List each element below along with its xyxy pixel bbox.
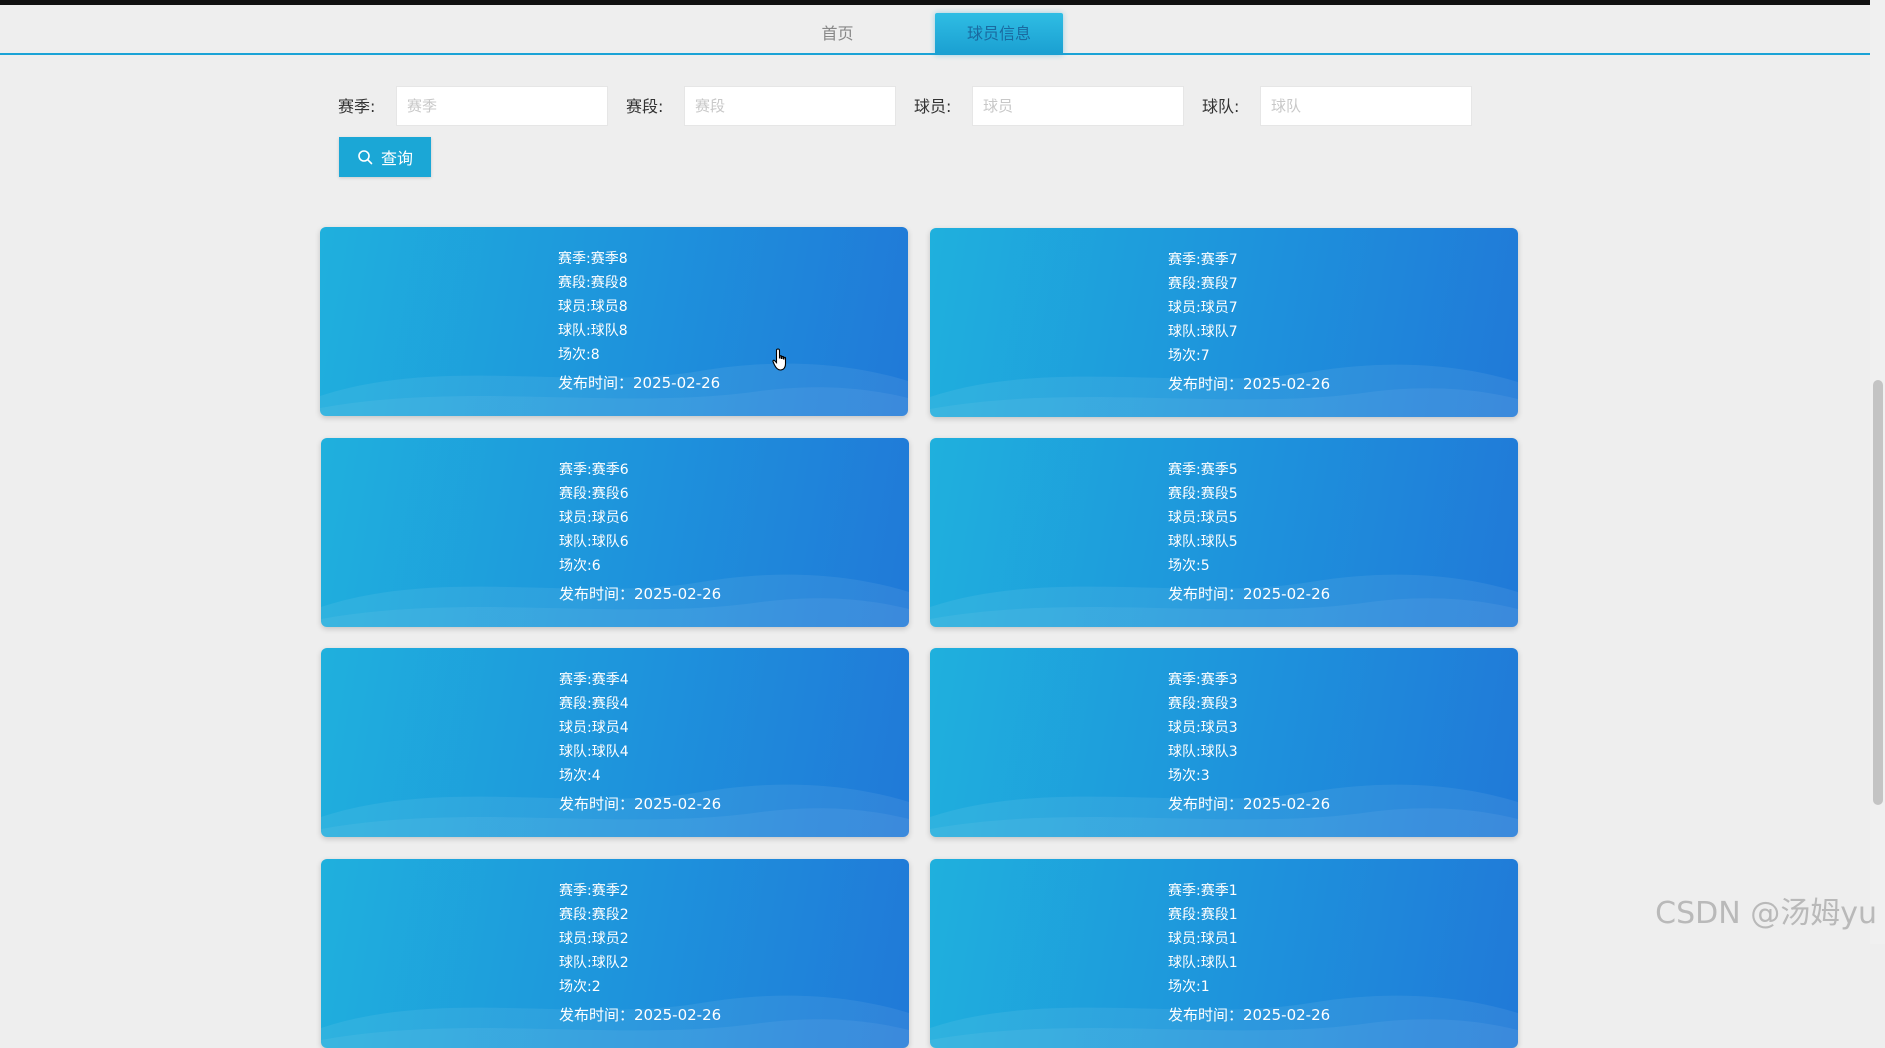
card-games: 场次:3 [1168,768,1210,784]
player-card[interactable]: 赛季:赛季8 赛段:赛段8 球员:球员8 球队:球队8 场次:8 发布时间：20… [320,227,908,416]
query-button[interactable]: 查询 [339,137,431,177]
card-publish-time: 发布时间：2025-02-26 [1168,795,1331,813]
card-season: 赛季:赛季2 [559,883,629,899]
card-player: 球员:球员6 [559,510,629,526]
season-input[interactable] [396,86,608,126]
card-publish-time: 发布时间：2025-02-26 [1168,1006,1331,1024]
card-player: 球员:球员7 [1168,300,1238,316]
card-stage: 赛段:赛段5 [1168,486,1238,502]
card-season: 赛季:赛季1 [1168,883,1238,899]
card-publish-time: 发布时间：2025-02-26 [559,1006,722,1024]
card-games: 场次:7 [1168,348,1210,364]
watermark: CSDN @汤姆yu [1655,896,1877,931]
card-season: 赛季:赛季7 [1168,252,1238,268]
card-stage: 赛段:赛段3 [1168,696,1238,712]
card-games: 场次:4 [559,768,601,784]
card-player: 球员:球员8 [558,299,628,315]
card-team: 球队:球队7 [1168,324,1238,340]
card-games: 场次:8 [558,347,600,363]
top-nav: 首页 球员信息 [0,5,1870,55]
card-publish-time: 发布时间：2025-02-26 [559,585,722,603]
card-season: 赛季:赛季3 [1168,672,1238,688]
team-label: 球队: [1202,97,1240,116]
card-stage: 赛段:赛段8 [558,275,628,291]
player-label: 球员: [914,97,952,116]
card-team: 球队:球队2 [559,955,629,971]
player-card[interactable]: 赛季:赛季1 赛段:赛段1 球员:球员1 球队:球队1 场次:1 发布时间：20… [930,859,1518,1048]
card-publish-time: 发布时间：2025-02-26 [1168,585,1331,603]
card-publish-time: 发布时间：2025-02-26 [1168,375,1331,393]
card-player: 球员:球员4 [559,720,629,736]
player-card[interactable]: 赛季:赛季3 赛段:赛段3 球员:球员3 球队:球队3 场次:3 发布时间：20… [930,648,1518,837]
stage-label: 赛段: [626,97,664,116]
card-team: 球队:球队1 [1168,955,1238,971]
nav-tab-home[interactable]: 首页 [800,13,875,55]
team-input[interactable] [1260,86,1472,126]
card-stage: 赛段:赛段6 [559,486,629,502]
card-details: 赛季:赛季2 赛段:赛段2 球员:球员2 球队:球队2 场次:2 发布时间：20… [559,879,721,1027]
player-card[interactable]: 赛季:赛季5 赛段:赛段5 球员:球员5 球队:球队5 场次:5 发布时间：20… [930,438,1518,627]
card-games: 场次:2 [559,979,601,995]
card-stage: 赛段:赛段7 [1168,276,1238,292]
card-details: 赛季:赛季7 赛段:赛段7 球员:球员7 球队:球队7 场次:7 发布时间：20… [1168,248,1330,396]
player-card[interactable]: 赛季:赛季6 赛段:赛段6 球员:球员6 球队:球队6 场次:6 发布时间：20… [321,438,909,627]
page-scrollbar[interactable] [1870,0,1885,944]
card-season: 赛季:赛季8 [558,251,628,267]
card-team: 球队:球队4 [559,744,629,760]
card-season: 赛季:赛季5 [1168,462,1238,478]
nav-tab-player-info[interactable]: 球员信息 [935,13,1063,55]
card-details: 赛季:赛季1 赛段:赛段1 球员:球员1 球队:球队1 场次:1 发布时间：20… [1168,879,1330,1027]
card-games: 场次:1 [1168,979,1210,995]
hand-cursor-icon [772,348,790,376]
season-label: 赛季: [338,97,376,116]
search-icon [357,149,373,165]
card-player: 球员:球员2 [559,931,629,947]
card-stage: 赛段:赛段1 [1168,907,1238,923]
card-stage: 赛段:赛段4 [559,696,629,712]
card-details: 赛季:赛季8 赛段:赛段8 球员:球员8 球队:球队8 场次:8 发布时间：20… [558,247,720,395]
card-player: 球员:球员5 [1168,510,1238,526]
card-player: 球员:球员3 [1168,720,1238,736]
player-input[interactable] [972,86,1184,126]
card-stage: 赛段:赛段2 [559,907,629,923]
player-card[interactable]: 赛季:赛季2 赛段:赛段2 球员:球员2 球队:球队2 场次:2 发布时间：20… [321,859,909,1048]
card-player: 球员:球员1 [1168,931,1238,947]
card-team: 球队:球队6 [559,534,629,550]
player-card[interactable]: 赛季:赛季7 赛段:赛段7 球员:球员7 球队:球队7 场次:7 发布时间：20… [930,228,1518,417]
card-team: 球队:球队5 [1168,534,1238,550]
card-details: 赛季:赛季4 赛段:赛段4 球员:球员4 球队:球队4 场次:4 发布时间：20… [559,668,721,816]
card-games: 场次:6 [559,558,601,574]
card-games: 场次:5 [1168,558,1210,574]
scrollbar-thumb[interactable] [1873,380,1883,805]
card-publish-time: 发布时间：2025-02-26 [559,795,722,813]
card-details: 赛季:赛季6 赛段:赛段6 球员:球员6 球队:球队6 场次:6 发布时间：20… [559,458,721,606]
stage-input[interactable] [684,86,896,126]
card-season: 赛季:赛季6 [559,462,629,478]
card-team: 球队:球队3 [1168,744,1238,760]
query-button-label: 查询 [380,149,413,168]
card-details: 赛季:赛季5 赛段:赛段5 球员:球员5 球队:球队5 场次:5 发布时间：20… [1168,458,1330,606]
card-details: 赛季:赛季3 赛段:赛段3 球员:球员3 球队:球队3 场次:3 发布时间：20… [1168,668,1330,816]
card-team: 球队:球队8 [558,323,628,339]
card-publish-time: 发布时间：2025-02-26 [558,374,721,392]
player-card[interactable]: 赛季:赛季4 赛段:赛段4 球员:球员4 球队:球队4 场次:4 发布时间：20… [321,648,909,837]
card-season: 赛季:赛季4 [559,672,629,688]
